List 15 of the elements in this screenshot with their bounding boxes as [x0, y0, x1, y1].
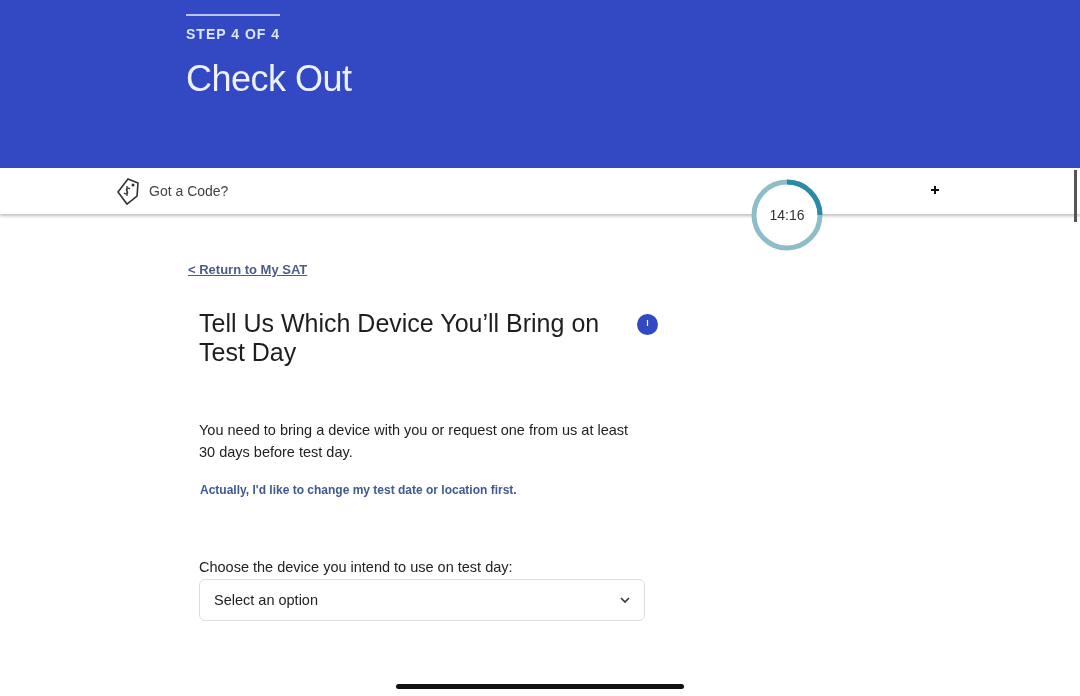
instruction-text: You need to bring a device with you or request one from us at least 30 days before test day. — [199, 421, 630, 462]
page-title: Check Out — [186, 58, 352, 100]
section-heading: Tell Us Which Device You’ll Bring on Test Day — [199, 309, 601, 367]
back-link[interactable]: < Return to My SAT — [188, 262, 308, 277]
device-select[interactable]: Select an option — [199, 579, 645, 621]
step-indicator: STEP 4 OF 4 — [186, 26, 280, 42]
price-tag-icon — [115, 176, 141, 206]
change-date-link[interactable]: Actually, I'd like to change my test date or location first. — [200, 483, 517, 497]
scrollbar — [1074, 170, 1077, 222]
plus-icon[interactable] — [930, 185, 940, 195]
chevron-down-icon — [620, 597, 630, 603]
device-label: Choose the device you intend to use on test day: — [199, 559, 513, 575]
code-link[interactable]: Got a Code? — [149, 183, 229, 199]
info-icon[interactable] — [637, 314, 658, 335]
timer-text: 14:16 — [769, 207, 805, 223]
